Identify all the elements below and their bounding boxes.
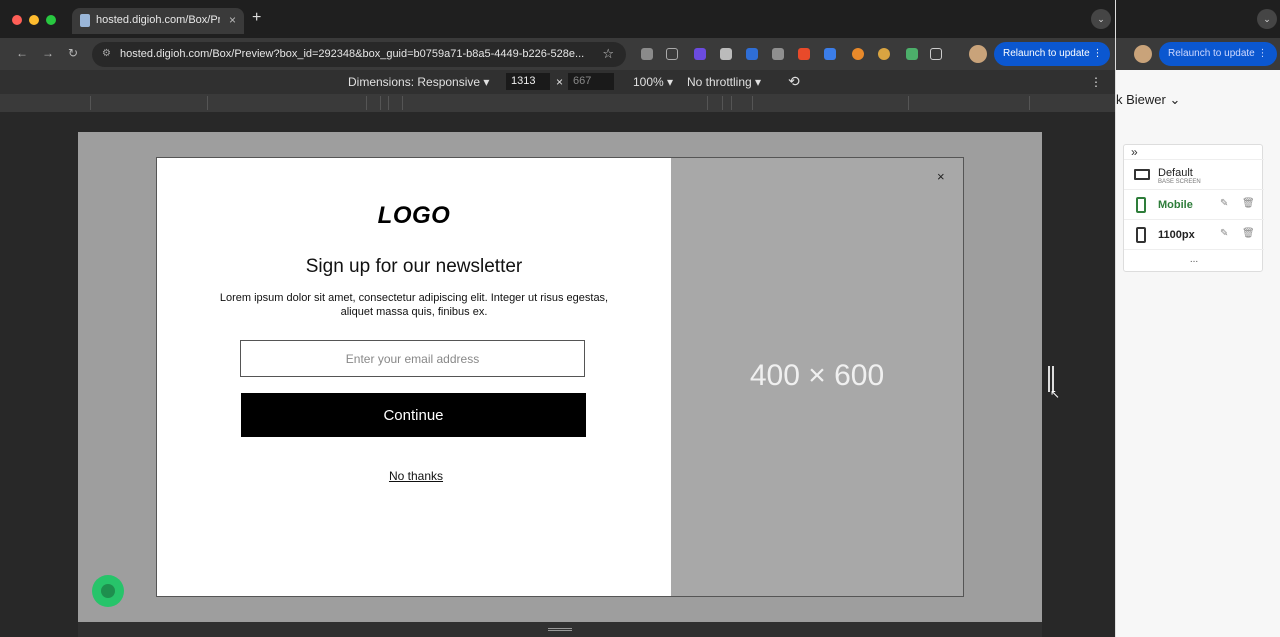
width-input[interactable]: 1313	[506, 73, 550, 90]
user-menu[interactable]: k Biewer ⌄	[1116, 92, 1180, 108]
popup-description: Lorem ipsum dolor sit amet, consectetur …	[219, 292, 609, 318]
screens-list: » Default BASE SCREEN Mobile ✎ 🗑 1100px …	[1123, 144, 1264, 272]
no-thanks-link[interactable]: No thanks	[157, 469, 675, 483]
extension-icon[interactable]	[720, 48, 732, 60]
relaunch-button[interactable]: Relaunch to update ⋮	[1159, 42, 1277, 66]
extension-icon[interactable]	[878, 48, 890, 60]
chat-widget-icon[interactable]	[92, 575, 124, 607]
close-window-icon[interactable]	[12, 15, 22, 25]
browser-tab[interactable]: hosted.digioh.com/Box/Previe ×	[72, 8, 244, 34]
extension-icon[interactable]	[906, 48, 918, 60]
extension-icon[interactable]	[772, 48, 784, 60]
device-toolbar: Dimensions: Responsive ▾ 1313 × 667 100%…	[0, 70, 1115, 94]
editor-side-panel: ⌄ Relaunch to update ⋮ k Biewer ⌄ » Defa…	[1115, 0, 1280, 637]
new-tab-button[interactable]: +	[252, 9, 261, 27]
trash-icon[interactable]: 🗑	[1242, 198, 1255, 209]
url-field[interactable]: ⚙ hosted.digioh.com/Box/Preview?box_id=2…	[92, 42, 626, 67]
zoom-dropdown[interactable]: 100% ▾	[633, 75, 673, 89]
extension-icon[interactable]	[746, 48, 758, 60]
extension-icon[interactable]	[852, 48, 864, 60]
screen-1100px[interactable]: 1100px ✎ 🗑	[1124, 219, 1264, 249]
address-bar: ← → ↻ ⚙ hosted.digioh.com/Box/Preview?bo…	[0, 38, 1115, 70]
extension-icon[interactable]	[666, 48, 678, 60]
image-placeholder: 400 × 600	[671, 158, 963, 596]
back-icon[interactable]: ←	[16, 46, 28, 60]
popup-heading: Sign up for our newsletter	[305, 256, 523, 277]
tab-search-button[interactable]: ⌄	[1257, 9, 1277, 29]
edit-icon[interactable]: ✎	[1220, 228, 1228, 239]
page-icon	[80, 14, 90, 27]
screen-name: 1100px	[1158, 229, 1195, 241]
popup-content: LOGO Sign up for our newsletter Lorem ip…	[157, 158, 671, 596]
url-text: hosted.digioh.com/Box/Preview?box_id=292…	[120, 48, 585, 60]
height-input[interactable]: 667	[568, 73, 614, 90]
tab-title: hosted.digioh.com/Box/Previe	[96, 14, 220, 26]
screen-mobile[interactable]: Mobile ✎ 🗑	[1124, 189, 1264, 219]
more-icon: ...	[1189, 254, 1199, 265]
edit-icon[interactable]: ✎	[1220, 198, 1228, 209]
media-query-ruler[interactable]	[0, 94, 1115, 112]
more-screens[interactable]: ...	[1124, 249, 1264, 271]
dimension-separator: ×	[556, 75, 564, 89]
expand-icon[interactable]: »	[1131, 145, 1138, 159]
mobile-icon	[1136, 197, 1146, 213]
screen-name: Default	[1158, 167, 1193, 179]
extension-icon[interactable]	[641, 48, 653, 60]
address-bar: Relaunch to update ⋮	[1116, 38, 1280, 70]
desktop-icon	[1134, 169, 1150, 180]
bottom-resize-bar[interactable]	[78, 622, 1042, 637]
image-placeholder-text: 400 × 600	[749, 359, 885, 392]
cursor-icon: ↖	[1050, 387, 1061, 401]
continue-button[interactable]: Continue	[241, 393, 586, 437]
avatar[interactable]	[1134, 45, 1152, 63]
trash-icon[interactable]: 🗑	[1242, 228, 1255, 239]
tab-bar: hosted.digioh.com/Box/Previe × + ⌄	[0, 0, 1115, 38]
tab-close-icon[interactable]: ×	[229, 13, 236, 27]
site-settings-icon[interactable]: ⚙	[102, 48, 111, 59]
forward-icon[interactable]: →	[42, 46, 54, 60]
minimize-window-icon[interactable]	[29, 15, 39, 25]
maximize-window-icon[interactable]	[46, 15, 56, 25]
tab-bar: ⌄	[1116, 0, 1280, 38]
relaunch-button[interactable]: Relaunch to update ⋮	[994, 42, 1110, 66]
newsletter-popup: LOGO Sign up for our newsletter Lorem ip…	[156, 157, 964, 597]
more-options-icon[interactable]: ⋮	[1090, 75, 1102, 89]
screen-name: Mobile	[1158, 199, 1193, 211]
dimensions-dropdown[interactable]: Dimensions: Responsive ▾	[348, 75, 489, 89]
extension-icon[interactable]	[694, 48, 706, 60]
rotate-icon[interactable]: ⟲	[788, 73, 800, 90]
extensions-puzzle-icon[interactable]	[930, 48, 942, 60]
throttling-dropdown[interactable]: No throttling ▾	[687, 75, 761, 89]
screen-default[interactable]: Default BASE SCREEN	[1124, 159, 1264, 189]
email-field[interactable]	[240, 340, 585, 377]
extension-icon[interactable]	[798, 48, 810, 60]
avatar[interactable]	[969, 45, 987, 63]
logo: LOGO	[377, 202, 451, 229]
screen-sub: BASE SCREEN	[1158, 179, 1201, 185]
tab-search-button[interactable]: ⌄	[1091, 9, 1111, 29]
bookmark-star-icon[interactable]: ☆	[602, 46, 614, 62]
close-icon[interactable]: ×	[937, 169, 945, 184]
reload-icon[interactable]: ↻	[68, 46, 78, 60]
tablet-icon	[1136, 227, 1146, 243]
grip-icon	[548, 628, 572, 631]
extension-icon[interactable]	[824, 48, 836, 60]
